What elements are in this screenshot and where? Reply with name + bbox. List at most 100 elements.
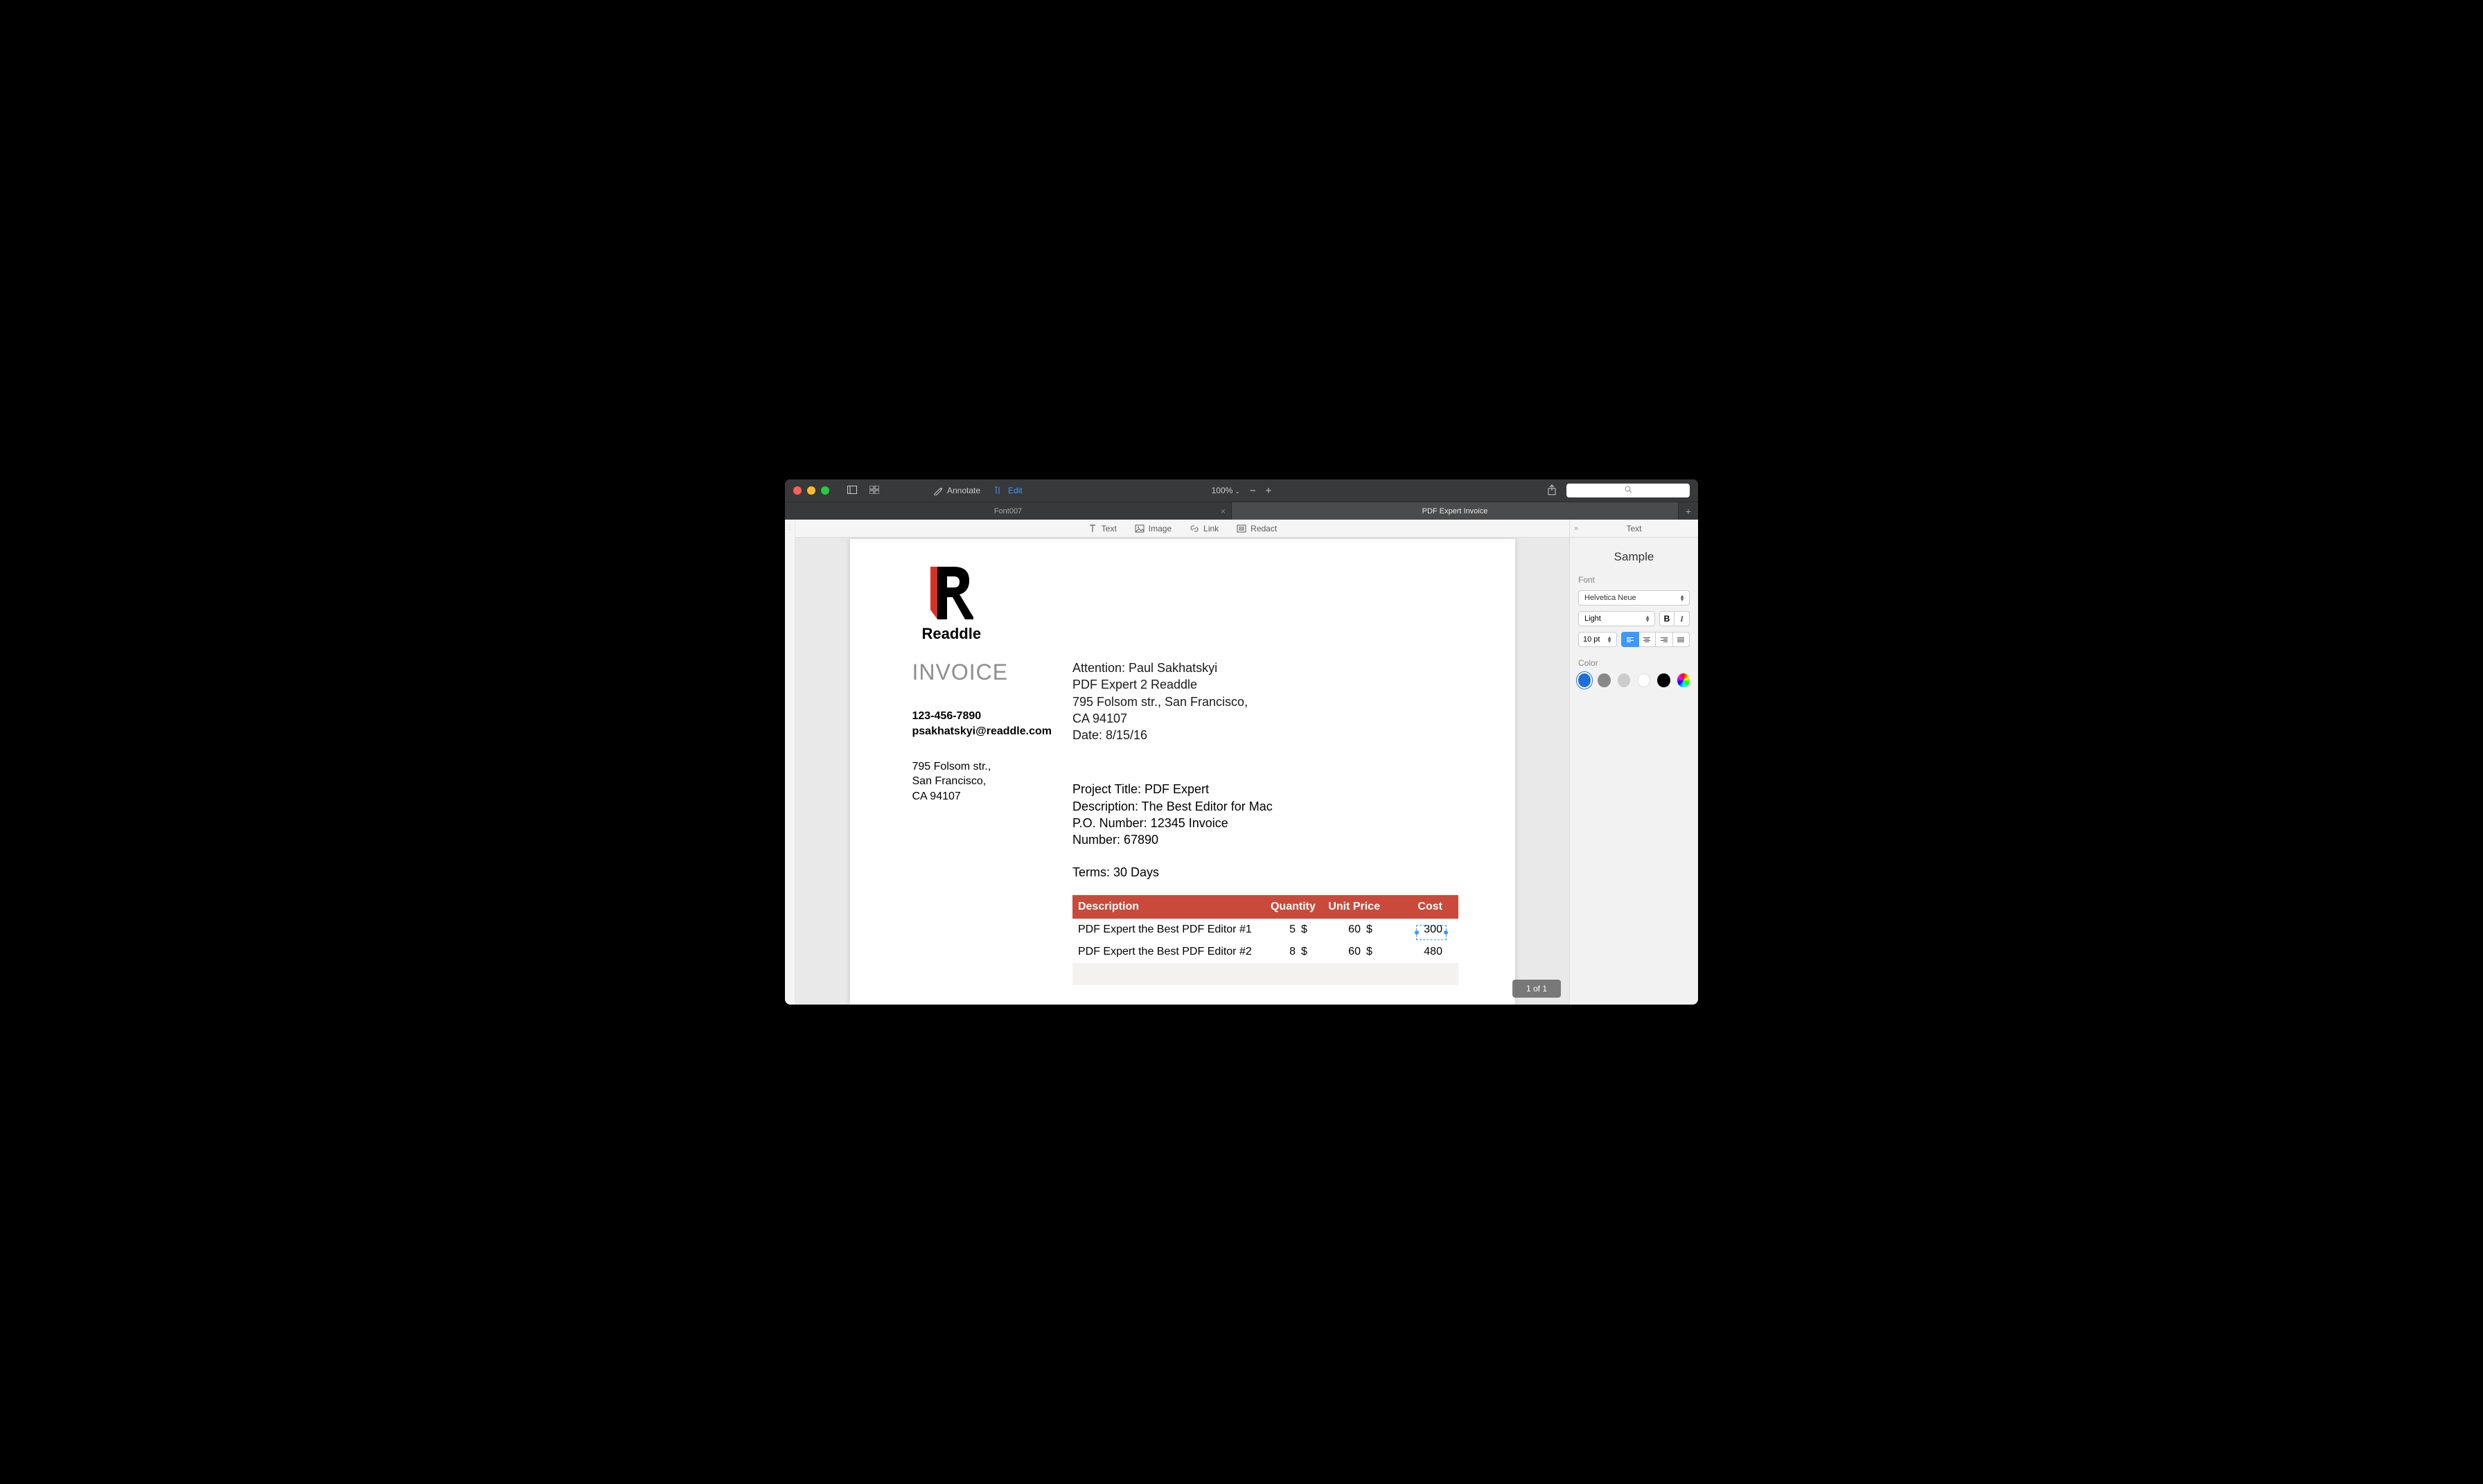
align-right-button[interactable] bbox=[1656, 632, 1673, 647]
redact-tool-button[interactable]: Redact bbox=[1237, 524, 1277, 533]
add-tab-button[interactable]: + bbox=[1679, 502, 1698, 520]
content-area: ⋮ Text Image Link Redact bbox=[785, 520, 1698, 1005]
pdf-page[interactable]: Readdle INVOICE 123-456-7890 psakhatskyi… bbox=[850, 539, 1515, 1005]
tab-label: PDF Expert Invoice bbox=[1422, 507, 1488, 515]
bold-button[interactable]: B bbox=[1659, 611, 1675, 626]
font-weight-select[interactable]: Light ▲▼ bbox=[1578, 611, 1655, 626]
address-line: CA 94107 bbox=[912, 789, 1052, 804]
cell-description: PDF Expert the Best PDF Editor #1 bbox=[1072, 924, 1271, 936]
color-swatch-black[interactable] bbox=[1657, 673, 1670, 687]
app-window: Annotate Edit 100%⌄ − + Font007 bbox=[785, 479, 1698, 1005]
image-tool-label: Image bbox=[1149, 524, 1172, 533]
italic-button[interactable]: I bbox=[1675, 611, 1690, 626]
cell-unit-price: 60 bbox=[1320, 924, 1361, 936]
color-swatch-white[interactable] bbox=[1637, 673, 1650, 687]
project-line: Description: The Best Editor for Mac bbox=[1072, 798, 1458, 815]
table-row-empty bbox=[1072, 963, 1458, 985]
project-line: Number: 67890 bbox=[1072, 831, 1458, 848]
redact-tool-label: Redact bbox=[1251, 524, 1277, 533]
table-row: PDF Expert the Best PDF Editor #1 5 $ 60… bbox=[1072, 919, 1458, 941]
invoice-table: Description Quantity Unit Price Cost PDF… bbox=[1072, 895, 1458, 985]
align-left-button[interactable] bbox=[1621, 632, 1639, 647]
grip-icon: ⋮ bbox=[786, 524, 793, 531]
phone-text: 123-456-7890 bbox=[912, 709, 1052, 724]
cell-quantity: 5 bbox=[1271, 924, 1296, 936]
tab-font007[interactable]: Font007 × bbox=[785, 502, 1232, 520]
cell-description: PDF Expert the Best PDF Editor #2 bbox=[1072, 946, 1271, 958]
alignment-group bbox=[1621, 632, 1690, 647]
zoom-level-dropdown[interactable]: 100%⌄ bbox=[1212, 486, 1240, 495]
minimize-window-button[interactable] bbox=[807, 486, 815, 495]
sidebar-toggle-icon[interactable] bbox=[847, 485, 857, 496]
sidebar-header: » Text bbox=[1570, 520, 1698, 538]
doc-right-column: Attention: Paul Sakhatskyi PDF Expert 2 … bbox=[1072, 660, 1458, 1005]
contact-block: 123-456-7890 psakhatskyi@readdle.com bbox=[912, 709, 1052, 740]
text-tool-button[interactable]: Text bbox=[1088, 524, 1117, 533]
font-family-value: Helvetica Neue bbox=[1584, 594, 1636, 602]
sample-preview: Sample bbox=[1578, 550, 1690, 564]
text-selection-box[interactable] bbox=[1416, 925, 1447, 940]
color-swatches bbox=[1578, 673, 1690, 687]
cell-cost[interactable]: 300 bbox=[1386, 924, 1448, 936]
readdle-logo bbox=[925, 567, 973, 619]
edit-toolbar: Text Image Link Redact bbox=[795, 520, 1569, 538]
color-swatch-custom[interactable] bbox=[1677, 673, 1690, 687]
bold-italic-group: B I bbox=[1659, 611, 1690, 626]
terms-line: Terms: 30 Days bbox=[1072, 865, 1458, 880]
color-swatch-blue[interactable] bbox=[1578, 673, 1591, 687]
page-indicator: 1 of 1 bbox=[1512, 980, 1561, 998]
thumbnail-strip[interactable]: ⋮ bbox=[785, 520, 795, 1005]
grid-view-icon[interactable] bbox=[869, 485, 879, 496]
selection-handle-left[interactable] bbox=[1415, 930, 1419, 935]
attention-line: 795 Folsom str., San Francisco, bbox=[1072, 694, 1458, 710]
link-tool-label: Link bbox=[1203, 524, 1219, 533]
select-arrows-icon: ▲▼ bbox=[1679, 594, 1685, 601]
titlebar-right bbox=[1547, 484, 1690, 497]
font-family-select[interactable]: Helvetica Neue ▲▼ bbox=[1578, 590, 1690, 606]
attention-block: Attention: Paul Sakhatskyi PDF Expert 2 … bbox=[1072, 660, 1458, 743]
color-swatch-lightgray[interactable] bbox=[1618, 673, 1630, 687]
tabbar: Font007 × PDF Expert Invoice + bbox=[785, 502, 1698, 520]
select-arrows-icon: ▲▼ bbox=[1607, 636, 1612, 643]
font-size-value: 10 pt bbox=[1583, 635, 1600, 644]
zoom-in-button[interactable]: + bbox=[1266, 485, 1272, 497]
link-tool-button[interactable]: Link bbox=[1190, 524, 1219, 533]
cell-cost: 480 bbox=[1386, 946, 1448, 958]
project-block: Project Title: PDF Expert Description: T… bbox=[1072, 781, 1458, 848]
logo-block: Readdle bbox=[912, 567, 1453, 643]
font-size-row: 10 pt ▲▼ bbox=[1578, 632, 1690, 647]
cell-currency: $ bbox=[1361, 946, 1386, 958]
font-weight-value: Light bbox=[1584, 615, 1601, 623]
color-swatch-gray[interactable] bbox=[1598, 673, 1610, 687]
attention-line: CA 94107 bbox=[1072, 710, 1458, 727]
select-arrows-icon: ▲▼ bbox=[1645, 615, 1650, 622]
zoom-out-button[interactable]: − bbox=[1250, 485, 1256, 497]
align-center-button[interactable] bbox=[1639, 632, 1656, 647]
selection-handle-right[interactable] bbox=[1444, 930, 1448, 935]
titlebar: Annotate Edit 100%⌄ − + bbox=[785, 479, 1698, 502]
table-header: Description Quantity Unit Price Cost bbox=[1072, 895, 1458, 919]
maximize-window-button[interactable] bbox=[821, 486, 829, 495]
document-viewport[interactable]: Readdle INVOICE 123-456-7890 psakhatskyi… bbox=[795, 538, 1569, 1005]
share-icon[interactable] bbox=[1547, 484, 1557, 497]
collapse-sidebar-icon[interactable]: » bbox=[1574, 524, 1578, 533]
attention-line: PDF Expert 2 Readdle bbox=[1072, 676, 1458, 693]
edit-mode-button[interactable]: Edit bbox=[994, 486, 1023, 495]
tab-invoice[interactable]: PDF Expert Invoice bbox=[1232, 502, 1679, 520]
text-tool-label: Text bbox=[1102, 524, 1117, 533]
close-window-button[interactable] bbox=[793, 486, 802, 495]
close-tab-icon[interactable]: × bbox=[1221, 506, 1226, 516]
color-section-label: Color bbox=[1578, 658, 1690, 668]
annotate-mode-button[interactable]: Annotate bbox=[933, 486, 980, 495]
search-icon bbox=[1625, 486, 1632, 495]
address-block: 795 Folsom str., San Francisco, CA 94107 bbox=[912, 759, 1052, 804]
align-justify-button[interactable] bbox=[1673, 632, 1690, 647]
image-tool-button[interactable]: Image bbox=[1135, 524, 1172, 533]
main-view: Text Image Link Redact bbox=[795, 520, 1569, 1005]
font-size-select[interactable]: 10 pt ▲▼ bbox=[1578, 632, 1617, 647]
zoom-value: 100% bbox=[1212, 486, 1233, 495]
edit-label: Edit bbox=[1008, 486, 1023, 495]
titlebar-view-icons bbox=[847, 485, 879, 496]
cell-currency: $ bbox=[1296, 946, 1320, 958]
search-input[interactable] bbox=[1566, 484, 1690, 497]
